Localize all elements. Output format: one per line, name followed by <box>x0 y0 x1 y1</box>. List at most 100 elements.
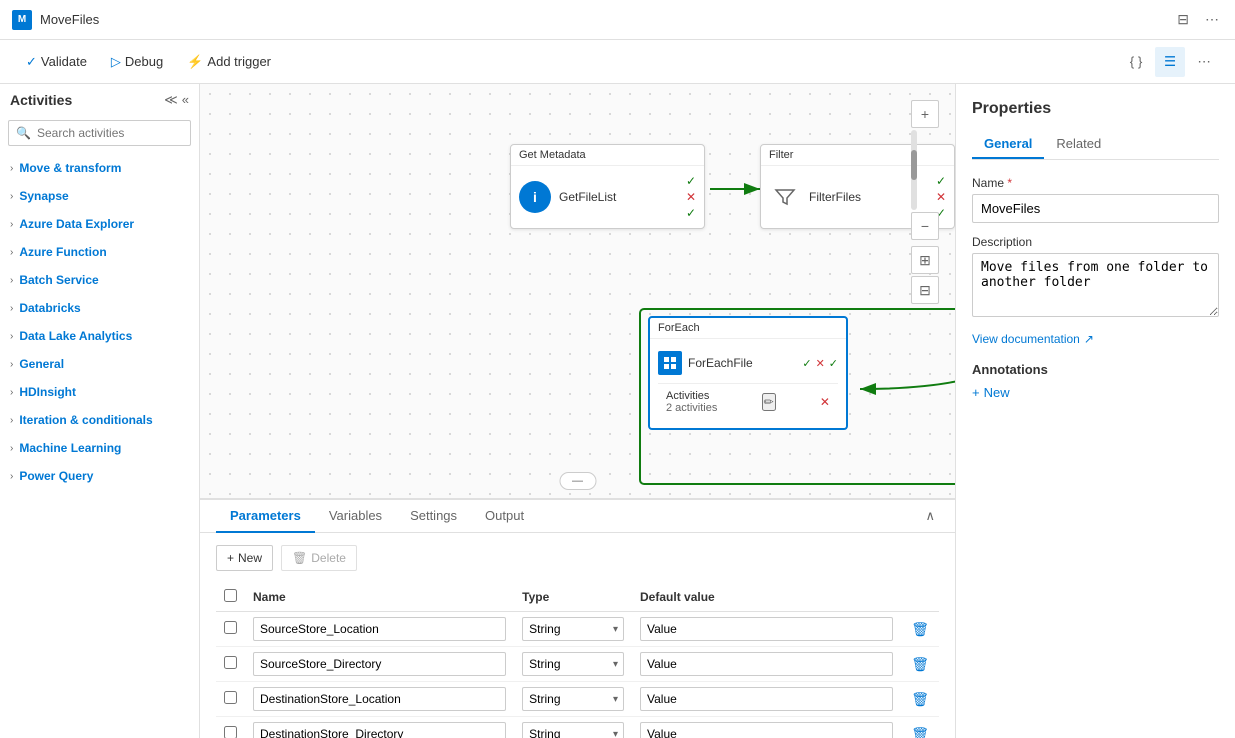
collapse-icon[interactable]: « <box>182 92 189 108</box>
more-options-icon[interactable]: ⋯ <box>1201 7 1223 32</box>
param-type-select-2[interactable]: StringIntFloatBoolArrayObject <box>522 687 624 711</box>
layout-button[interactable]: ⊟ <box>911 276 939 304</box>
delete-row-button-0[interactable]: 🗑 <box>909 619 931 640</box>
minimize-icon[interactable]: ⊟ <box>1173 7 1193 32</box>
select-all-checkbox[interactable] <box>224 589 237 602</box>
node-header: Get Metadata <box>511 145 704 166</box>
delete-row-button-2[interactable]: 🗑 <box>909 689 931 710</box>
delete-activities-icon[interactable]: ✕ <box>820 395 830 409</box>
zoom-out-button[interactable]: − <box>911 212 939 240</box>
param-default-input-2[interactable] <box>640 687 893 711</box>
row-checkbox-2[interactable] <box>224 691 237 704</box>
row-checkbox-1[interactable] <box>224 656 237 669</box>
zoom-in-button[interactable]: + <box>911 100 939 128</box>
add-annotation-button[interactable]: + New <box>972 385 1010 400</box>
chevron-right-icon: › <box>10 443 13 454</box>
sidebar-item-label: General <box>19 357 64 371</box>
code-view-button[interactable]: { } <box>1121 47 1151 77</box>
search-box: 🔍 <box>8 120 191 146</box>
delete-parameter-button[interactable]: 🗑 Delete <box>281 545 357 571</box>
new-label: New <box>238 551 262 565</box>
prop-tab-general[interactable]: General <box>972 130 1044 159</box>
sidebar-item-power-query[interactable]: › Power Query <box>0 462 199 490</box>
chevron-right-icon: › <box>10 247 13 258</box>
table-row: StringIntFloatBoolArrayObject ▾ 🗑 <box>216 612 939 647</box>
status-check-icon-2: ✓ <box>829 357 838 370</box>
param-type-wrapper-3: StringIntFloatBoolArrayObject ▾ <box>522 722 624 738</box>
chevron-right-icon: › <box>10 387 13 398</box>
sidebar-item-iteration[interactable]: › Iteration & conditionals <box>0 406 199 434</box>
annotations-label: Annotations <box>972 362 1219 377</box>
sidebar-item-databricks[interactable]: › Databricks <box>0 294 199 322</box>
status-check-icon: ✓ <box>802 357 811 370</box>
param-name-input-3[interactable] <box>253 722 506 738</box>
foreach-node[interactable]: ForEach ForEachFile ✓ ✕ ✓ <box>648 316 848 430</box>
tab-parameters[interactable]: Parameters <box>216 500 315 533</box>
param-name-input-1[interactable] <box>253 652 506 676</box>
row-checkbox-0[interactable] <box>224 621 237 634</box>
delete-row-button-1[interactable]: 🗑 <box>909 654 931 675</box>
sidebar-item-azure-function[interactable]: › Azure Function <box>0 238 199 266</box>
sidebar-item-batch-service[interactable]: › Batch Service <box>0 266 199 294</box>
debug-button[interactable]: ▷ Debug <box>101 49 173 75</box>
pipeline-canvas[interactable]: Get Metadata i GetFileList ✓ ✕ ✓ <box>200 84 955 498</box>
main-content: Activities ≪ « 🔍 › Move & transform › Sy… <box>0 84 1235 738</box>
tab-settings[interactable]: Settings <box>396 500 471 533</box>
prop-tab-related[interactable]: Related <box>1044 130 1113 159</box>
plus-icon: + <box>227 551 234 565</box>
chevron-right-icon: › <box>10 275 13 286</box>
sidebar-item-machine-learning[interactable]: › Machine Learning <box>0 434 199 462</box>
param-default-input-0[interactable] <box>640 617 893 641</box>
param-type-select-0[interactable]: StringIntFloatBoolArrayObject <box>522 617 624 641</box>
sidebar-item-move-transform[interactable]: › Move & transform <box>0 154 199 182</box>
properties-panel: Properties General Related Name * Descri… <box>955 84 1235 738</box>
edit-activities-button[interactable]: ✏ <box>762 393 776 411</box>
status-check-icon-2: ✓ <box>686 206 696 220</box>
foreach-type-label: ForEach <box>658 322 700 334</box>
col-name: Name <box>245 583 514 612</box>
panel-actions: + New 🗑 Delete <box>216 545 939 571</box>
table-row: StringIntFloatBoolArrayObject ▾ 🗑 <box>216 717 939 738</box>
param-type-select-3[interactable]: StringIntFloatBoolArrayObject <box>522 722 624 738</box>
fit-view-button[interactable]: ⊞ <box>911 246 939 274</box>
sidebar-item-synapse[interactable]: › Synapse <box>0 182 199 210</box>
foreach-body: ForEachFile ✓ ✕ ✓ Activities 2 activitie… <box>650 339 846 428</box>
toolbar-more-button[interactable]: ⋯ <box>1189 47 1219 77</box>
properties-view-button[interactable]: ☰ <box>1155 47 1185 77</box>
chevron-right-icon: › <box>10 471 13 482</box>
parameters-table: Name Type Default value StringIntFloatBo… <box>216 583 939 738</box>
tab-output[interactable]: Output <box>471 500 538 533</box>
node-type-label: Filter <box>769 149 793 161</box>
sidebar-item-general[interactable]: › General <box>0 350 199 378</box>
param-default-input-1[interactable] <box>640 652 893 676</box>
add-trigger-button[interactable]: ⚡ Add trigger <box>177 49 281 75</box>
sidebar-item-azure-data-explorer[interactable]: › Azure Data Explorer <box>0 210 199 238</box>
sidebar-item-label: Move & transform <box>19 161 121 175</box>
view-docs-link[interactable]: View documentation ↗ <box>972 332 1219 346</box>
sidebar-item-hdinsight[interactable]: › HDInsight <box>0 378 199 406</box>
sidebar-header: Activities ≪ « <box>0 84 199 116</box>
param-type-wrapper-0: StringIntFloatBoolArrayObject ▾ <box>522 617 624 641</box>
param-default-input-3[interactable] <box>640 722 893 738</box>
delete-row-button-3[interactable]: 🗑 <box>909 724 931 738</box>
top-bar-icons: ⊟ ⋯ <box>1173 7 1223 32</box>
top-bar: M MoveFiles ⊟ ⋯ <box>0 0 1235 40</box>
description-textarea[interactable]: Move files from one folder to another fo… <box>972 253 1219 317</box>
param-name-input-0[interactable] <box>253 617 506 641</box>
sidebar-item-data-lake[interactable]: › Data Lake Analytics <box>0 322 199 350</box>
status-check-icon: ✓ <box>686 174 696 188</box>
foreach-item-icon <box>658 351 682 375</box>
sidebar-title: Activities <box>10 92 72 108</box>
row-checkbox-3[interactable] <box>224 726 237 738</box>
new-parameter-button[interactable]: + New <box>216 545 273 571</box>
name-input[interactable] <box>972 194 1219 223</box>
tab-variables[interactable]: Variables <box>315 500 396 533</box>
param-name-input-2[interactable] <box>253 687 506 711</box>
search-input[interactable] <box>8 120 191 146</box>
param-type-select-1[interactable]: StringIntFloatBoolArrayObject <box>522 652 624 676</box>
panel-collapse-button[interactable]: ∧ <box>921 504 939 528</box>
get-metadata-node[interactable]: Get Metadata i GetFileList ✓ ✕ ✓ <box>510 144 705 229</box>
collapse-left-icon[interactable]: ≪ <box>164 92 178 108</box>
validate-button[interactable]: ✓ Validate <box>16 49 97 75</box>
node-label: GetFileList <box>559 190 616 204</box>
